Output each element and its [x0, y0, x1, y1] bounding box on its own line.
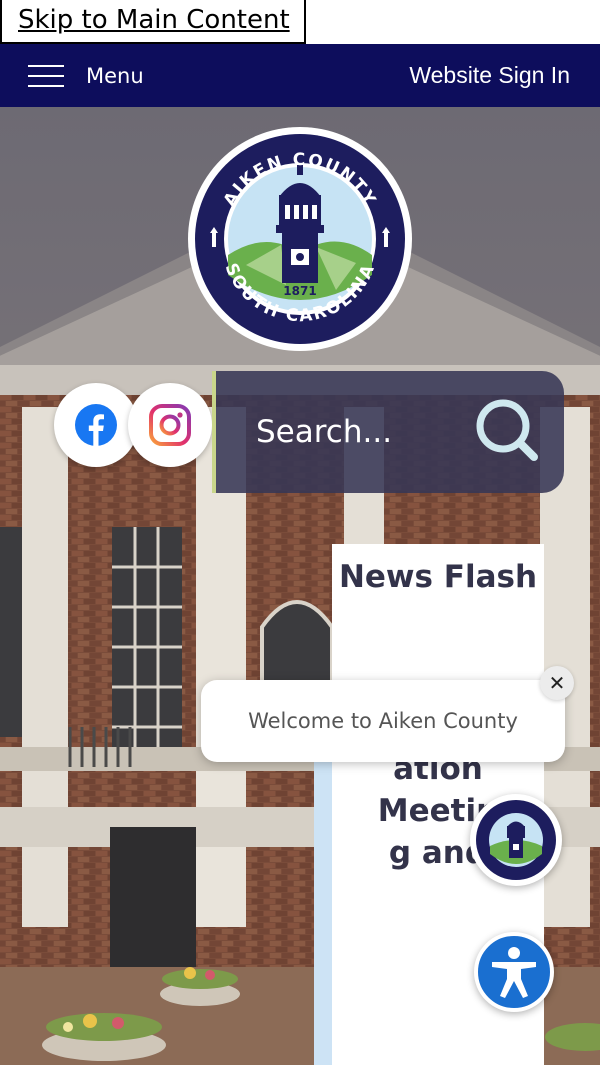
search-icon [476, 399, 538, 461]
welcome-popup[interactable]: Welcome to Aiken County [201, 680, 565, 762]
news-flash-title: News Flash [338, 559, 538, 595]
skip-bar: Skip to Main Content [0, 0, 600, 44]
facebook-button[interactable] [54, 383, 138, 467]
website-sign-in-link[interactable]: Website Sign In [409, 44, 570, 107]
close-icon[interactable]: ✕ [540, 666, 574, 700]
county-seal-logo[interactable]: 1871 AIKEN COUNTY SOUTH CAROLINA [186, 127, 414, 351]
welcome-message: Welcome to Aiken County [248, 709, 518, 733]
top-nav: Menu Website Sign In [0, 44, 600, 107]
search-button[interactable] [474, 397, 540, 463]
news-flash-panel: News Flash [332, 544, 544, 682]
menu-button[interactable]: Menu [28, 44, 144, 107]
facebook-icon [75, 404, 117, 447]
chat-assistant-button[interactable] [470, 794, 562, 886]
seal-icon: 1871 AIKEN COUNTY SOUTH CAROLINA [188, 127, 412, 351]
skip-to-main-link[interactable]: Skip to Main Content [0, 0, 306, 44]
instagram-icon [149, 404, 191, 446]
instagram-button[interactable] [128, 383, 212, 467]
accessibility-icon [492, 947, 536, 998]
search-bar [212, 371, 564, 493]
search-input[interactable] [256, 407, 476, 457]
accessibility-button[interactable] [474, 932, 554, 1012]
menu-label: Menu [86, 63, 144, 88]
hamburger-icon [28, 63, 64, 89]
seal-year: 1871 [283, 284, 316, 298]
county-seal-icon [472, 796, 560, 884]
